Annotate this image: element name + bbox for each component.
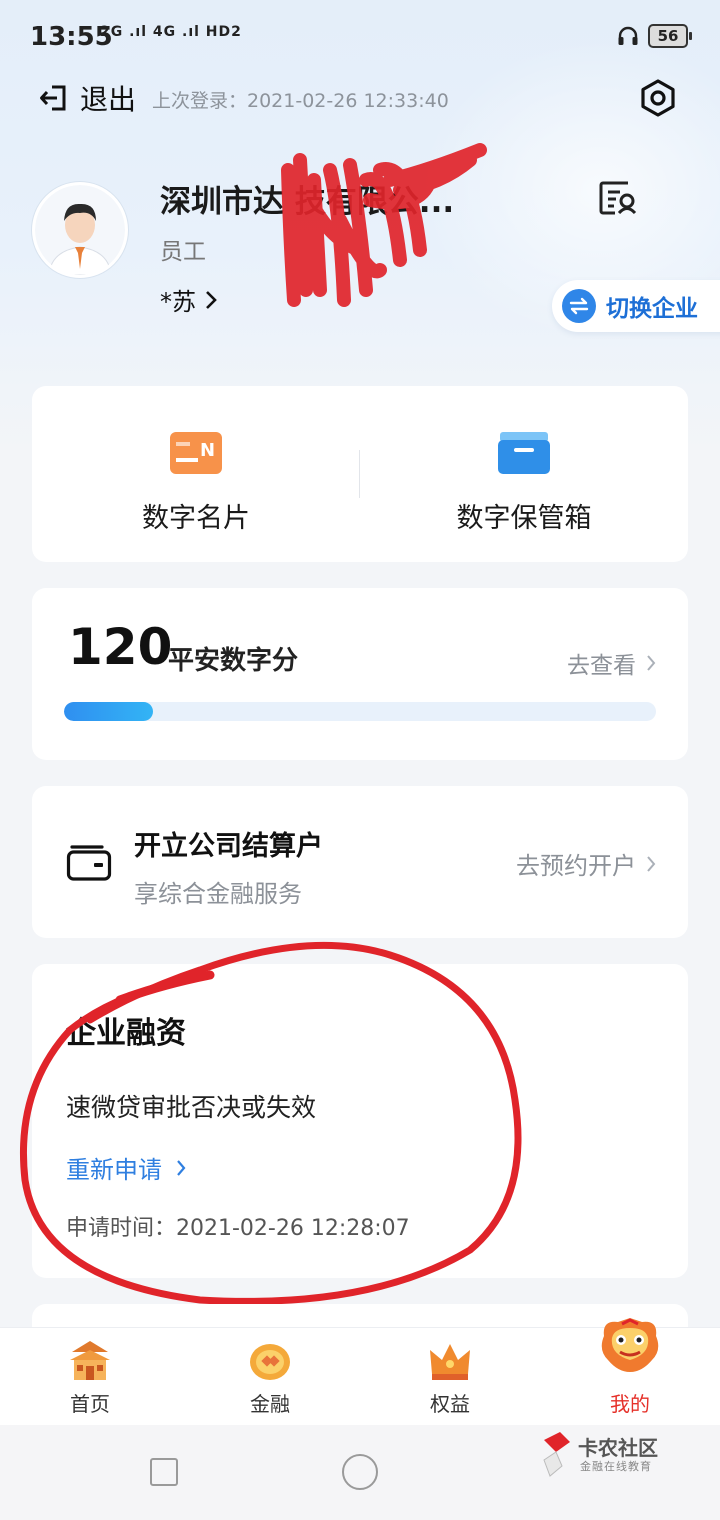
user-role: 员工 [160,239,206,265]
battery-indicator: 56 [648,24,692,48]
business-card-icon: N [170,432,222,474]
reapply-link[interactable]: 重新申请 [66,1150,186,1185]
recent-apps-button[interactable] [150,1458,178,1486]
tab-finance[interactable]: 金融 [180,1328,360,1426]
watermark-logo-icon [543,1432,570,1477]
tab-finance-label: 金融 [250,1392,290,1416]
safe-box-icon [498,432,550,474]
crown-icon [430,1344,470,1380]
chevron-right-icon [647,655,656,671]
score-progress-fill [64,702,153,721]
watermark: 卡农社区 金融在线教育 [540,1430,670,1486]
score-label: 平安数字分 [168,646,299,676]
digital-safe-box-button[interactable]: 数字保管箱 [360,386,688,562]
view-score-link[interactable]: 去查看 [567,646,656,680]
loan-status: 速微贷审批否决或失效 [66,1093,317,1122]
home-button[interactable] [342,1454,378,1490]
quick-actions-card: N 数字名片 数字保管箱 [32,386,688,562]
book-account-label: 去预约开户 [516,852,636,880]
account-title: 开立公司结算户 [134,831,323,862]
swap-icon [562,289,596,323]
switch-company-label: 切换企业 [606,296,698,322]
tab-home[interactable]: 首页 [0,1328,180,1426]
chevron-right-icon [206,290,217,309]
digital-score-card: 120 平安数字分 去查看 [32,588,688,760]
digital-card-button[interactable]: N 数字名片 [32,386,360,562]
chevron-right-icon [177,1159,186,1176]
wallet-icon [66,845,112,881]
account-subtitle: 享综合金融服务 [134,880,302,908]
watermark-brand: 卡农社区 [578,1436,658,1460]
company-certificate-icon[interactable] [598,180,640,216]
coin-icon [250,1344,290,1380]
watermark-tagline: 金融在线教育 [580,1460,652,1473]
last-login-time: 上次登录：2021-02-26 12:33:40 [152,90,449,112]
open-account-card[interactable]: 开立公司结算户 享综合金融服务 去预约开户 [32,786,688,938]
chevron-right-icon [647,855,656,872]
company-name: 深圳市达 技有限公... [160,184,455,220]
network-indicator: 2G .ıl 4G .ıl HD2 [100,24,242,40]
tab-home-label: 首页 [70,1392,110,1416]
avatar-person-icon [35,185,125,275]
tab-mine-label: 我的 [610,1392,650,1416]
book-account-link[interactable]: 去预约开户 [516,846,656,881]
financing-title: 企业融资 [66,1016,186,1051]
tab-benefits-label: 权益 [430,1392,470,1416]
user-name-link[interactable]: *苏 [160,282,218,317]
score-value: 120 [68,618,173,676]
status-bar: 13:55 2G .ıl 4G .ıl HD2 56 [0,0,720,72]
view-score-label: 去查看 [567,653,636,679]
lion-mask-icon [601,1318,659,1372]
logout-button[interactable]: 退出 [38,78,136,118]
bottom-tab-bar: 首页 金融 权益 我的 [0,1318,720,1426]
enterprise-financing-card: 企业融资 速微贷审批否决或失效 重新申请 申请时间：2021-02-26 12:… [32,964,688,1278]
digital-card-label: 数字名片 [142,503,250,534]
tab-mine[interactable]: 我的 [540,1318,720,1426]
switch-company-button[interactable]: 切换企业 [552,280,720,332]
apply-time: 申请时间：2021-02-26 12:28:07 [66,1216,410,1241]
headset-icon [618,26,638,45]
user-name: *苏 [160,288,196,316]
logout-icon [40,85,66,111]
svg-text:N: N [200,440,215,461]
tab-benefits[interactable]: 权益 [360,1328,540,1426]
logout-label: 退出 [80,83,137,116]
reapply-label: 重新申请 [66,1156,162,1184]
score-progress-bar [64,702,656,721]
settings-icon[interactable] [638,78,678,118]
avatar[interactable] [32,182,128,278]
digital-safe-box-label: 数字保管箱 [456,503,592,534]
home-temple-icon [70,1341,110,1380]
